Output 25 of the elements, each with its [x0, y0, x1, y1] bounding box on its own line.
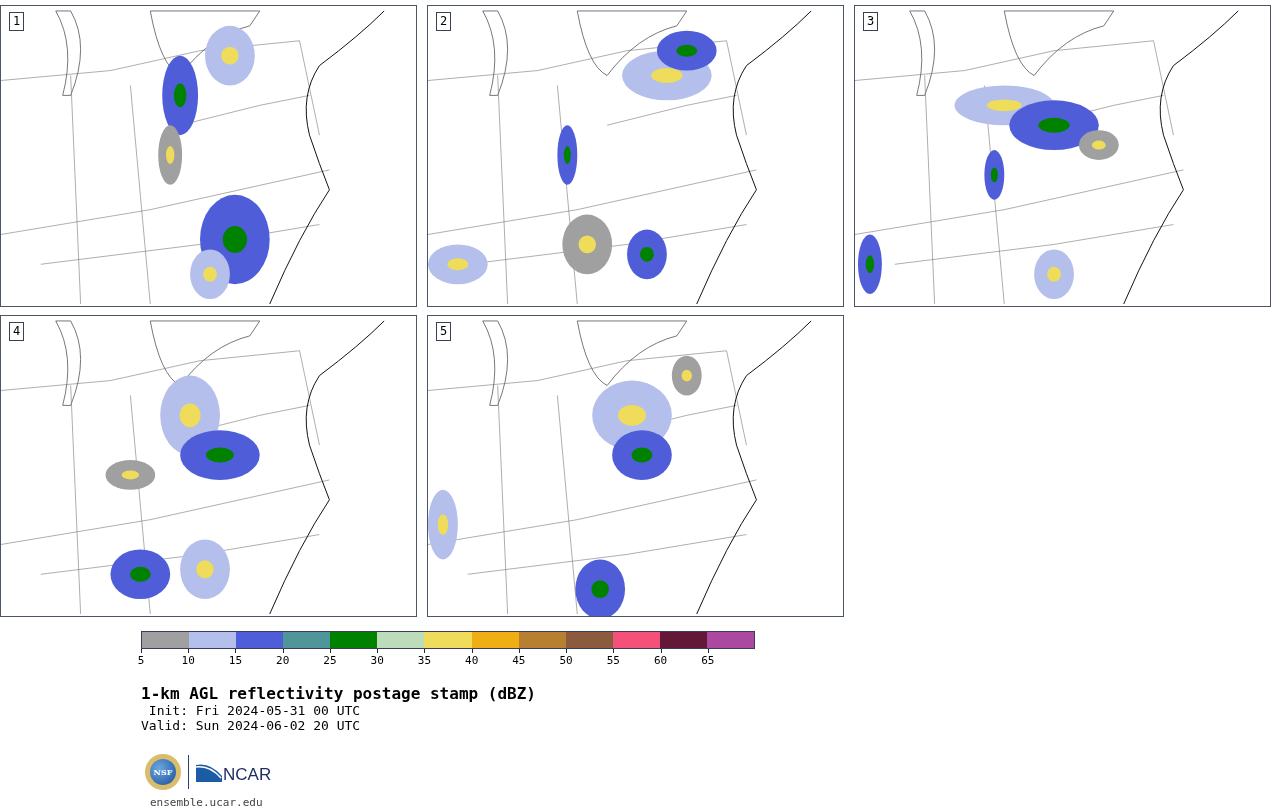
tick-label: 50 — [559, 655, 573, 667]
panel-number: 2 — [436, 12, 452, 31]
tick-label: 60 — [653, 655, 668, 667]
panel-number: 3 — [863, 12, 879, 31]
tick-label: 5 — [137, 655, 145, 667]
valid-time: Valid: Sun 2024-06-02 20 UTC — [141, 718, 362, 733]
tick-label: 10 — [181, 655, 195, 667]
tick-label: 65 — [701, 655, 715, 667]
tick-label: 35 — [417, 655, 432, 667]
chart-title: 1-km AGL reflectivity postage stamp (dBZ) — [141, 685, 537, 703]
tick-label: 40 — [465, 655, 479, 667]
tick-label: 25 — [323, 655, 337, 667]
swoosh-icon — [196, 762, 222, 782]
tick-label: 55 — [606, 655, 620, 667]
nsf-text: NSF — [153, 766, 173, 778]
tick-label: 45 — [512, 655, 526, 667]
panel-number: 4 — [9, 322, 25, 341]
panel-number: 1 — [9, 12, 25, 31]
site-url: ensemble.ucar.edu — [150, 796, 264, 809]
init-time: Init: Fri 2024-05-31 00 UTC — [147, 703, 362, 718]
ncar-logo-text: NCAR — [223, 764, 272, 787]
tick-label: 30 — [370, 655, 384, 667]
tick-label: 15 — [228, 655, 243, 667]
tick-label: 20 — [276, 655, 290, 667]
panel-number: 5 — [436, 322, 452, 341]
